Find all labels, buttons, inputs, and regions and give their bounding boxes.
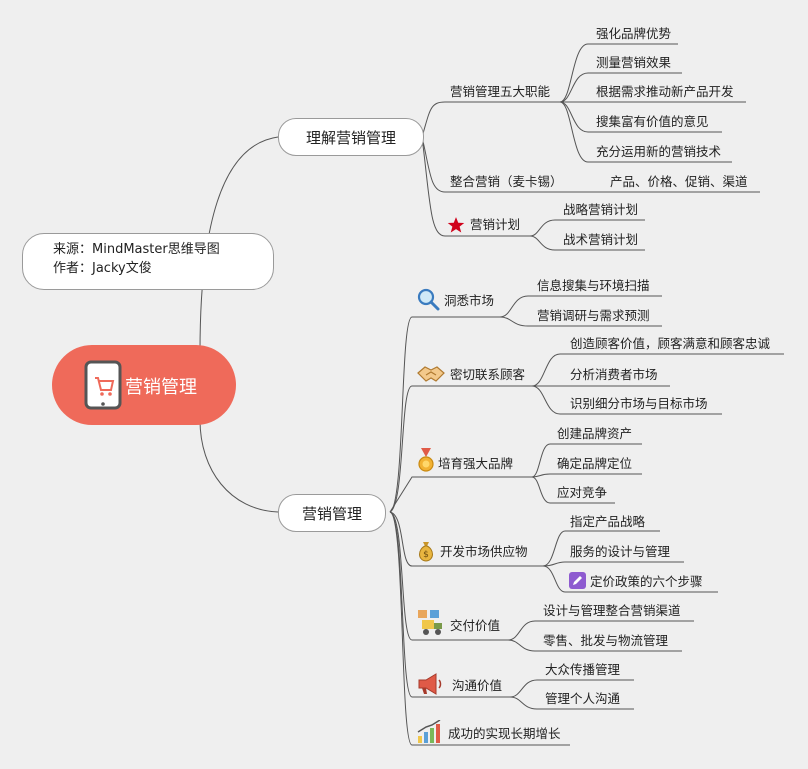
source-note: 来源：MindMaster思维导图 作者：Jacky文俊 (22, 233, 274, 290)
red-star-icon (447, 217, 465, 233)
growth-chart-icon (417, 720, 441, 743)
note-source-line: 来源：MindMaster思维导图 (53, 242, 220, 257)
branch-understand-node[interactable]: 理解营销管理 (278, 118, 424, 156)
connect-item-3[interactable]: 识别细分市场与目标市场 (570, 396, 708, 412)
delivery-icon (418, 610, 442, 635)
connect-item-1[interactable]: 创造顾客价值，顾客满意和顾客忠诚 (570, 336, 770, 352)
offer-label[interactable]: 开发市场供应物 (440, 544, 528, 560)
offer-item-2[interactable]: 服务的设计与管理 (570, 544, 670, 560)
five-functions-item-1[interactable]: 强化品牌优势 (596, 26, 671, 42)
integrated-marketing-item-1[interactable]: 产品、价格、促销、渠道 (610, 174, 748, 190)
growth-label[interactable]: 成功的实现长期增长 (448, 726, 561, 742)
offer-item-3[interactable]: 定价政策的六个步骤 (590, 574, 703, 590)
five-functions-label[interactable]: 营销管理五大职能 (450, 84, 550, 100)
insight-item-2[interactable]: 营销调研与需求预测 (537, 308, 650, 324)
deliver-label[interactable]: 交付价值 (450, 618, 500, 634)
insight-label[interactable]: 洞悉市场 (444, 293, 494, 309)
connect-label[interactable]: 密切联系顾客 (450, 367, 525, 383)
brand-label[interactable]: 培育强大品牌 (438, 456, 513, 472)
deliver-item-2[interactable]: 零售、批发与物流管理 (543, 633, 668, 649)
communicate-item-1[interactable]: 大众传播管理 (545, 662, 620, 678)
insight-item-1[interactable]: 信息搜集与环境扫描 (537, 278, 650, 294)
connect-item-2[interactable]: 分析消费者市场 (570, 367, 658, 383)
offer-item-1[interactable]: 指定产品战略 (570, 514, 645, 530)
pencil-icon (569, 572, 586, 589)
deliver-item-1[interactable]: 设计与管理整合营销渠道 (543, 603, 681, 619)
marketing-plan-item-2[interactable]: 战术营销计划 (563, 232, 638, 248)
marketing-plan-item-1[interactable]: 战略营销计划 (563, 202, 638, 218)
medal-icon (418, 448, 434, 472)
branch-management-node[interactable]: 营销管理 (278, 494, 386, 532)
magnifier-icon (417, 288, 440, 311)
integrated-marketing-label[interactable]: 整合营销（麦卡锡） (450, 174, 563, 190)
svg-text:$: $ (423, 550, 429, 560)
tablet-cart-icon (84, 360, 122, 410)
five-functions-item-2[interactable]: 测量营销效果 (596, 55, 671, 71)
brand-item-2[interactable]: 确定品牌定位 (557, 456, 632, 472)
megaphone-icon (418, 673, 442, 695)
five-functions-item-3[interactable]: 根据需求推动新产品开发 (596, 84, 734, 100)
handshake-icon (417, 366, 445, 382)
five-functions-item-5[interactable]: 充分运用新的营销技术 (596, 144, 721, 160)
brand-item-3[interactable]: 应对竞争 (557, 485, 607, 501)
communicate-label[interactable]: 沟通价值 (452, 678, 502, 694)
money-bag-icon: $ (419, 542, 433, 562)
brand-item-1[interactable]: 创建品牌资产 (557, 426, 632, 442)
communicate-item-2[interactable]: 管理个人沟通 (545, 691, 620, 707)
marketing-plan-label[interactable]: 营销计划 (470, 217, 520, 233)
note-author-line: 作者：Jacky文俊 (53, 261, 152, 276)
root-label: 营销管理 (125, 377, 197, 398)
five-functions-item-4[interactable]: 搜集富有价值的意见 (596, 114, 709, 130)
